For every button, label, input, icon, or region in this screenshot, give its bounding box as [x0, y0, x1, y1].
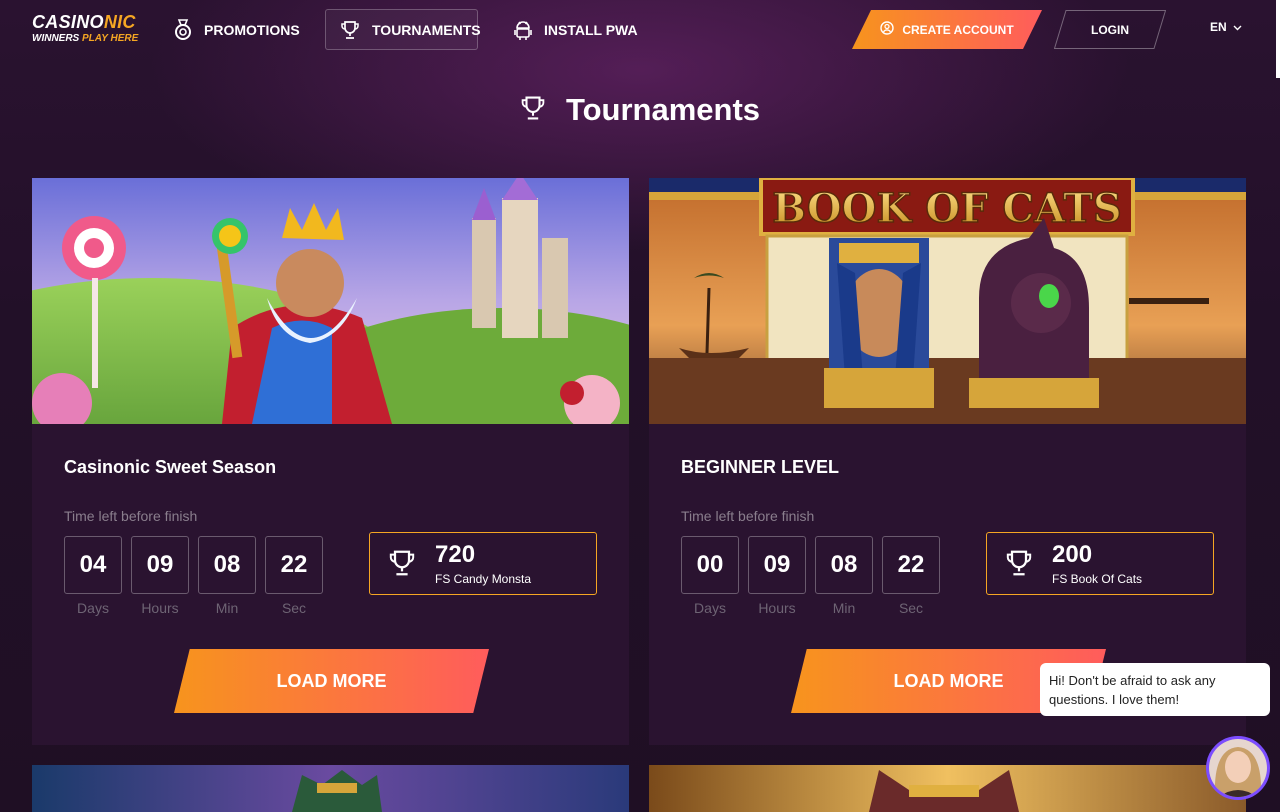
tournament-title: Casinonic Sweet Season — [64, 457, 277, 477]
candy-monsta-banner-image[interactable] — [32, 178, 629, 528]
create-account-label: CREATE ACCOUNT — [902, 22, 1014, 37]
login-label: LOGIN — [1091, 22, 1129, 37]
login-button[interactable]: LOGIN — [1054, 10, 1166, 49]
countdown-minutes-label: Min — [215, 600, 239, 616]
logo-text: CASINO — [32, 12, 104, 32]
nav-tournaments[interactable]: TOURNAMENTS — [325, 9, 481, 50]
tournament-title: BEGINNER LEVEL — [681, 457, 840, 477]
book-of-cats-logo: BOOK OF CATS — [772, 185, 1121, 232]
prize-description: FS Book Of Cats — [1052, 572, 1143, 586]
countdown-seconds: 22 — [265, 536, 323, 594]
countdown-seconds: 22 — [882, 536, 940, 594]
countdown-days-label: Days — [77, 600, 109, 616]
countdown-hours-label: Hours — [141, 600, 179, 616]
trophy-icon — [1005, 549, 1033, 582]
trophy-icon — [340, 20, 360, 40]
trophy-icon — [388, 549, 416, 582]
logo-tagline-accent: PLAY HERE — [82, 33, 139, 44]
logo-text-accent: NIC — [103, 12, 136, 32]
countdown-minutes: 08 — [198, 536, 256, 594]
countdown-days: 00 — [681, 536, 739, 594]
page-title: Tournaments — [0, 92, 1280, 128]
chat-greeting-bubble[interactable]: Hi! Don't be afraid to ask any questions… — [1040, 663, 1270, 716]
casinonic-logo[interactable]: CASINONIC WINNERS PLAY HERE — [32, 13, 138, 45]
tournament-card-beginner-level: BOOK OF CATS BEGINNER LEVEL Time left be… — [649, 178, 1246, 745]
prize-value: 200 — [1052, 541, 1093, 568]
countdown-seconds-label: Sec — [281, 600, 307, 616]
nav-tournaments-label: TOURNAMENTS — [372, 21, 481, 38]
countdown-days-label: Days — [694, 600, 726, 616]
chevron-down-icon — [1233, 20, 1242, 34]
nav-promotions-label: PROMOTIONS — [204, 21, 300, 38]
countdown-minutes: 08 — [815, 536, 873, 594]
countdown-hours: 09 — [748, 536, 806, 594]
countdown-minutes-label: Min — [832, 600, 856, 616]
load-more-button[interactable]: LOAD MORE — [174, 649, 489, 713]
time-left-label: Time left before finish — [681, 508, 815, 524]
nav-install-pwa[interactable]: INSTALL PWA — [500, 9, 652, 50]
nav-install-pwa-label: INSTALL PWA — [544, 21, 638, 38]
prize-box: 200 FS Book Of Cats — [986, 532, 1214, 595]
top-navigation: CASINONIC WINNERS PLAY HERE PROMOTIONS T… — [0, 0, 1280, 78]
language-selector[interactable]: EN — [1210, 20, 1242, 34]
tournament-card-sweet-season: Casinonic Sweet Season Time left before … — [32, 178, 629, 745]
book-of-cats-banner-image[interactable]: BOOK OF CATS — [649, 178, 1246, 424]
language-label: EN — [1210, 20, 1227, 34]
prize-description: FS Candy Monsta — [435, 572, 532, 586]
time-left-label: Time left before finish — [64, 508, 198, 524]
prize-box: 720 FS Candy Monsta — [369, 532, 597, 595]
logo-tagline: WINNERS — [32, 33, 82, 44]
prize-value: 720 — [435, 541, 476, 568]
tournament-card-partial[interactable] — [649, 765, 1246, 812]
tournament-card-partial[interactable] — [32, 765, 629, 812]
countdown-hours: 09 — [131, 536, 189, 594]
user-circle-icon — [880, 21, 895, 38]
nav-promotions[interactable]: PROMOTIONS — [160, 9, 314, 50]
scrollbar[interactable] — [1276, 0, 1280, 78]
page-title-text: Tournaments — [565, 92, 761, 127]
chat-avatar[interactable] — [1206, 736, 1270, 800]
badge-icon — [174, 18, 192, 41]
trophy-icon — [520, 95, 546, 126]
countdown-hours-label: Hours — [758, 600, 796, 616]
android-icon — [514, 19, 532, 41]
create-account-button[interactable]: CREATE ACCOUNT — [852, 10, 1042, 49]
countdown-seconds-label: Sec — [898, 600, 924, 616]
countdown-days: 04 — [64, 536, 122, 594]
